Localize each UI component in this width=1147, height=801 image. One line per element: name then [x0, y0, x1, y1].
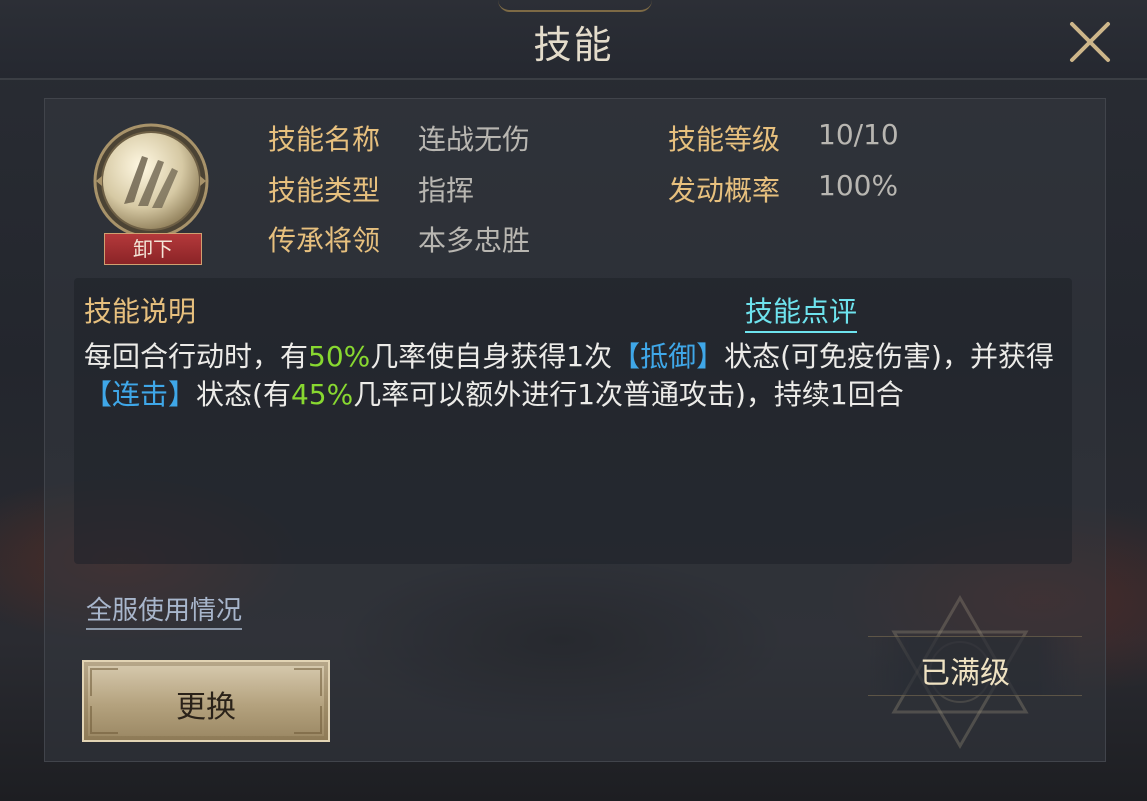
- window-title: 技能: [533, 23, 614, 67]
- server-usage-link[interactable]: 全服使用情况: [86, 590, 243, 630]
- trigger-chance-value: 100%: [818, 169, 899, 202]
- max-level-label: 已满级: [920, 656, 1010, 691]
- description-segment: 几率可以额外进行1次普通攻击)，持续1回合: [353, 378, 904, 411]
- skill-review-link[interactable]: 技能点评: [745, 290, 858, 333]
- description-segment: 状态(有: [196, 378, 291, 411]
- skill-name-label: 技能名称: [268, 123, 381, 156]
- description-highlight: 45%: [290, 378, 354, 411]
- description-title: 技能说明: [84, 295, 197, 328]
- title-bar: 技能: [0, 0, 1147, 80]
- description-highlight: 50%: [308, 340, 371, 373]
- change-button-label: 更换: [176, 690, 236, 725]
- claw-slash-icon: [93, 123, 209, 239]
- skill-type-value: 指挥: [418, 174, 475, 207]
- description-segment: 每回合行动时，有: [84, 340, 309, 373]
- description-segment: 状态(可免疫伤害)，并获得: [724, 340, 1054, 373]
- description-highlight: 【抵御】: [612, 340, 725, 373]
- inherit-general-label: 传承将领: [268, 224, 381, 257]
- title-ornament: [498, 0, 652, 12]
- trigger-chance-label: 发动概率: [668, 174, 781, 207]
- skill-type-label: 技能类型: [268, 174, 381, 207]
- description-highlight: 【连击】: [84, 378, 197, 411]
- skill-name-value: 连战无伤: [418, 123, 531, 156]
- description-text: 每回合行动时，有50%几率使自身获得1次【抵御】状态(可免疫伤害)，并获得【连击…: [84, 338, 1064, 414]
- close-icon[interactable]: [1064, 16, 1116, 68]
- change-skill-button[interactable]: 更换: [82, 660, 330, 742]
- skill-level-value: 10/10: [818, 118, 899, 151]
- inherit-general-value: 本多忠胜: [418, 224, 531, 257]
- description-segment: 几率使自身获得1次: [370, 340, 613, 373]
- skill-level-label: 技能等级: [668, 123, 781, 156]
- unequip-button[interactable]: 卸下: [104, 233, 202, 265]
- description-box: [74, 278, 1072, 564]
